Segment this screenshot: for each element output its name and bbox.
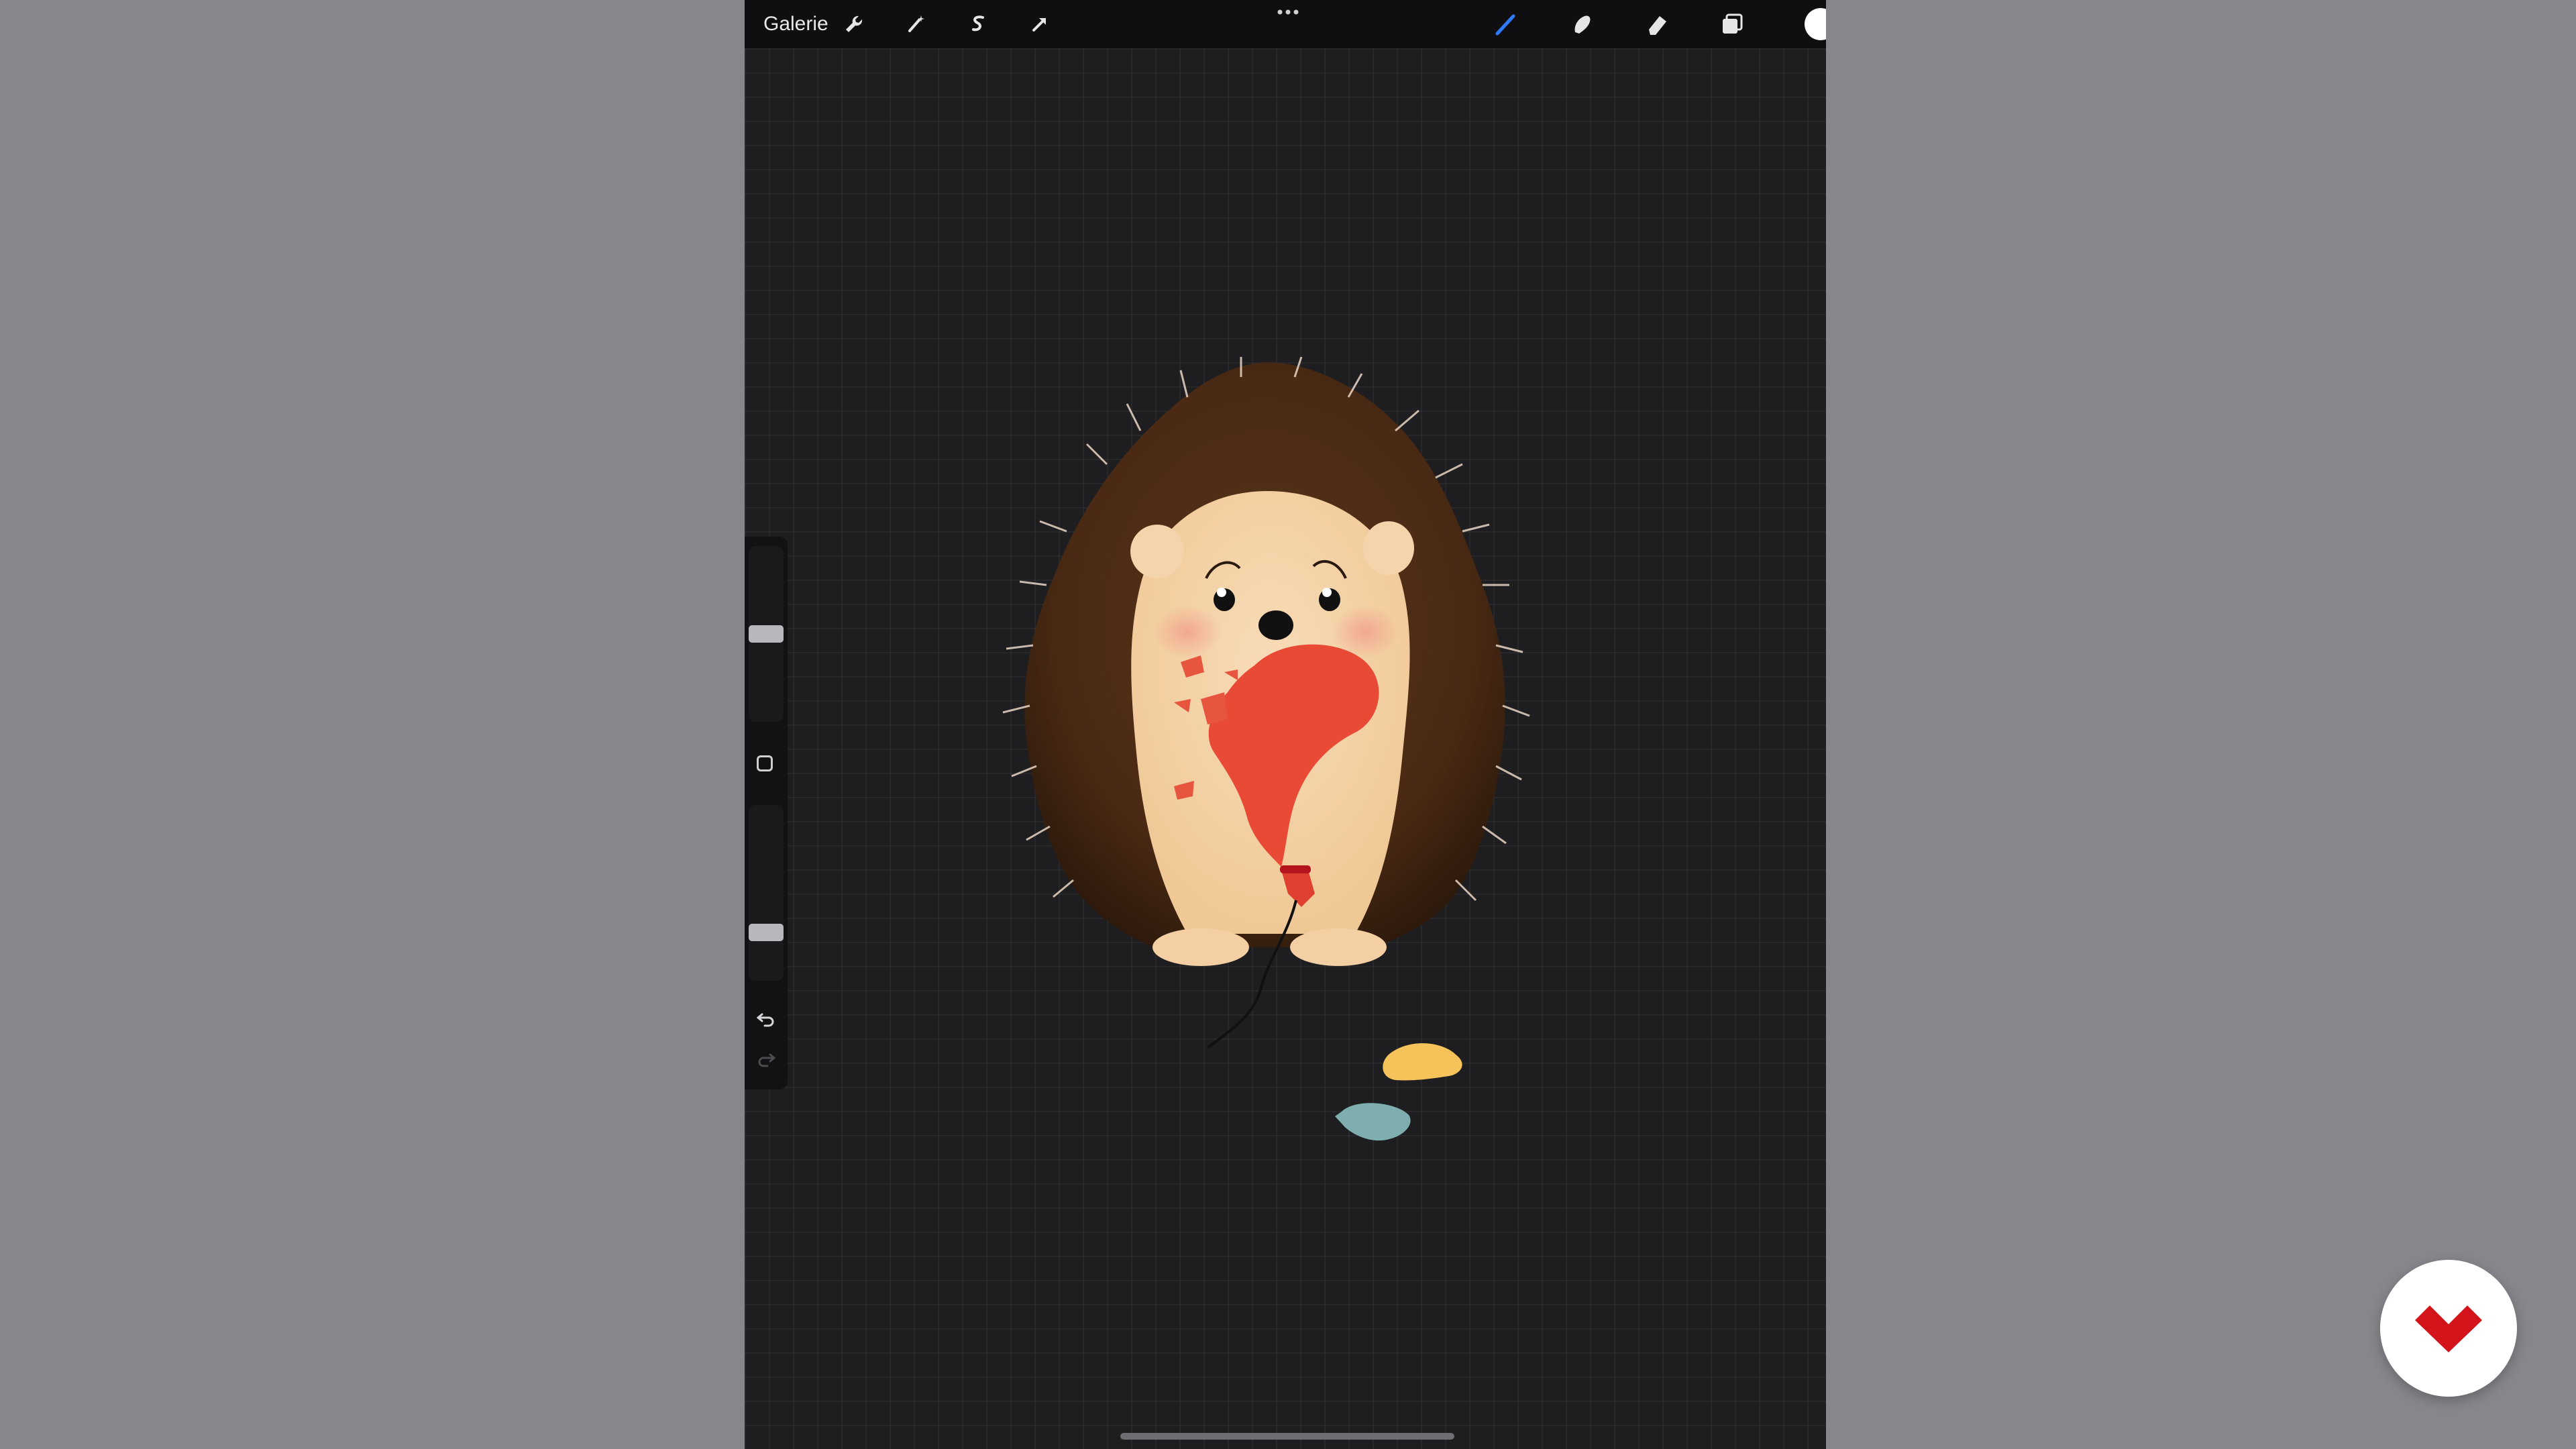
magic-wand-icon[interactable]: [899, 7, 934, 42]
opacity-thumb[interactable]: [749, 924, 784, 941]
drawing-canvas[interactable]: [745, 48, 1826, 1449]
gallery-button[interactable]: Galerie: [763, 11, 828, 38]
modify-button[interactable]: [757, 755, 773, 771]
redo-icon[interactable]: [754, 1046, 778, 1071]
brush-size-thumb[interactable]: [749, 625, 784, 643]
home-indicator[interactable]: [1120, 1433, 1454, 1440]
more-options-icon[interactable]: [1275, 5, 1301, 19]
smudge-icon[interactable]: [1564, 7, 1599, 42]
color-picker-swatch[interactable]: [1805, 8, 1826, 40]
top-toolbar: Galerie: [745, 0, 1826, 48]
procreate-app: Galerie: [745, 0, 1826, 1449]
undo-icon[interactable]: [754, 1006, 778, 1030]
layers-icon[interactable]: [1715, 7, 1750, 42]
brush-icon[interactable]: [1489, 7, 1524, 42]
left-sidebar: [745, 537, 788, 1089]
opacity-slider[interactable]: [749, 805, 784, 981]
wrench-icon[interactable]: [837, 7, 872, 42]
eraser-icon[interactable]: [1640, 7, 1674, 42]
brand-logo-icon: [2415, 1305, 2482, 1352]
transform-arrow-icon[interactable]: [1022, 7, 1057, 42]
selection-icon[interactable]: [961, 7, 996, 42]
brand-logo: [2380, 1260, 2517, 1397]
hedgehog-illustration: [1002, 357, 1530, 1141]
